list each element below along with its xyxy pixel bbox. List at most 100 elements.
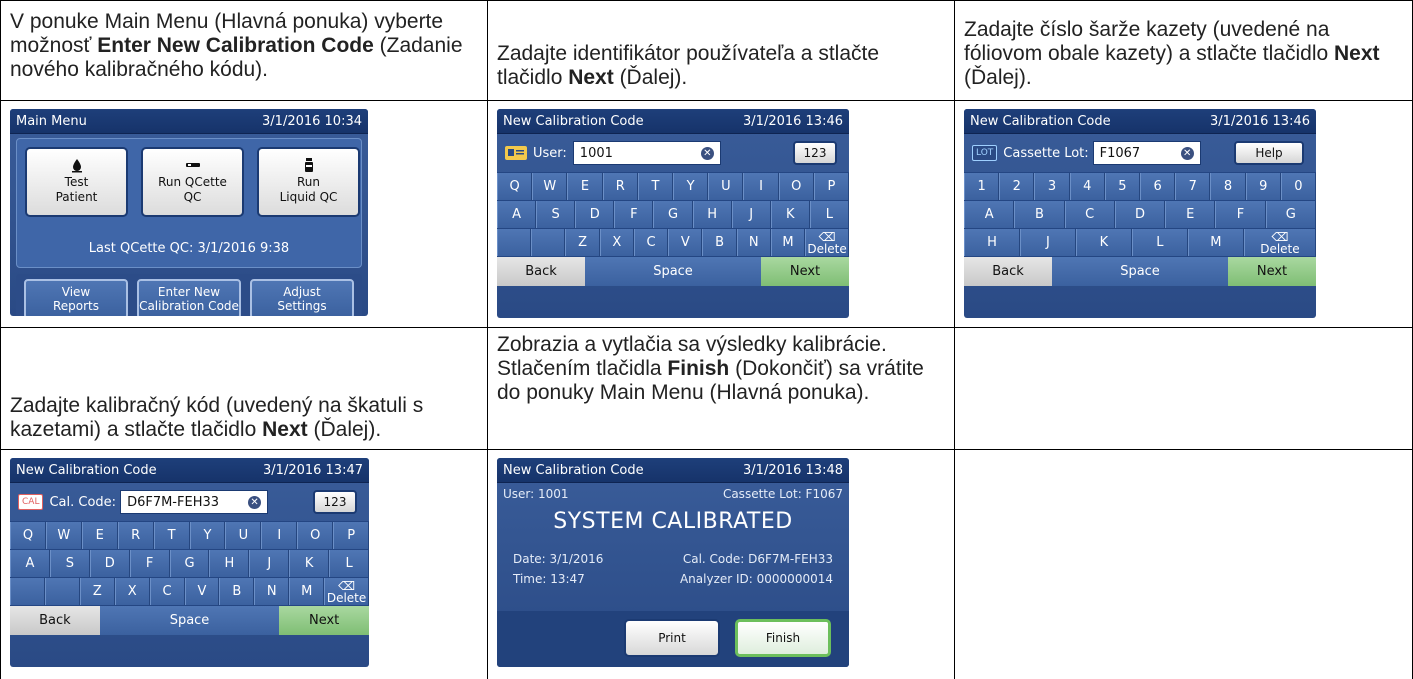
key-i[interactable]: I <box>261 522 298 549</box>
key-8[interactable]: 8 <box>1210 173 1246 200</box>
clear-icon[interactable]: ✕ <box>1180 146 1194 160</box>
next-key[interactable]: Next <box>761 257 849 286</box>
delete-key[interactable]: ⌫ Delete <box>1243 229 1316 256</box>
key-l[interactable]: L <box>1131 229 1188 256</box>
key-o[interactable]: O <box>778 173 814 200</box>
key-p[interactable]: P <box>813 173 849 200</box>
key-v[interactable]: V <box>184 578 220 605</box>
next-key[interactable]: Next <box>279 606 369 635</box>
key-v[interactable]: V <box>668 229 703 256</box>
cassette-lot-input[interactable]: F1067 ✕ <box>1092 141 1201 165</box>
key-f[interactable]: F <box>1215 201 1266 228</box>
key-h[interactable]: H <box>692 201 732 228</box>
key-g[interactable]: G <box>653 201 693 228</box>
key-j[interactable]: J <box>731 201 771 228</box>
key-0[interactable]: 0 <box>1280 173 1316 200</box>
key-b[interactable]: B <box>702 229 737 256</box>
key-e[interactable]: E <box>567 173 603 200</box>
delete-key[interactable]: ⌫ Delete <box>324 578 369 605</box>
key-a[interactable]: A <box>10 550 50 577</box>
key-k[interactable]: K <box>289 550 330 577</box>
key-n[interactable]: N <box>254 578 290 605</box>
key-l[interactable]: L <box>809 201 849 228</box>
key-6[interactable]: 6 <box>1140 173 1176 200</box>
key-c[interactable]: C <box>149 578 185 605</box>
key-w[interactable]: W <box>532 173 568 200</box>
key-e[interactable]: E <box>1165 201 1216 228</box>
user-input[interactable]: 1001 ✕ <box>572 141 721 165</box>
key-i[interactable]: I <box>743 173 779 200</box>
clear-icon[interactable]: ✕ <box>248 495 262 509</box>
run-liquid-qc-button[interactable]: Run Liquid QC <box>257 147 360 217</box>
key-4[interactable]: 4 <box>1069 173 1105 200</box>
key-g[interactable]: G <box>169 550 210 577</box>
key-t[interactable]: T <box>153 522 190 549</box>
delete-key[interactable]: ⌫ Delete <box>805 229 849 256</box>
cal-code-input[interactable]: D6F7M-FEH33 ✕ <box>120 490 269 514</box>
key-7[interactable]: 7 <box>1175 173 1211 200</box>
key-a[interactable]: A <box>497 201 537 228</box>
view-reports-button[interactable]: View Reports <box>24 279 128 316</box>
key-y[interactable]: Y <box>189 522 226 549</box>
key-j[interactable]: J <box>249 550 290 577</box>
key-m[interactable]: M <box>289 578 325 605</box>
key-c[interactable]: C <box>633 229 669 256</box>
print-button[interactable]: Print <box>624 619 720 657</box>
key-q[interactable]: Q <box>497 173 533 200</box>
key-c[interactable]: C <box>1064 201 1115 228</box>
key-h[interactable]: H <box>964 229 1020 256</box>
back-key[interactable]: Back <box>497 257 585 286</box>
key-d[interactable]: D <box>575 201 615 228</box>
key-1[interactable]: 1 <box>964 173 1000 200</box>
key-q[interactable]: Q <box>10 522 46 549</box>
help-button[interactable]: Help <box>1234 141 1304 165</box>
back-key[interactable]: Back <box>964 257 1052 286</box>
key-b[interactable]: B <box>1014 201 1065 228</box>
key-d[interactable]: D <box>1114 201 1166 228</box>
key-9[interactable]: 9 <box>1245 173 1281 200</box>
key-r[interactable]: R <box>602 173 638 200</box>
key-2[interactable]: 2 <box>999 173 1035 200</box>
key-k[interactable]: K <box>770 201 810 228</box>
back-key[interactable]: Back <box>10 606 100 635</box>
key-k[interactable]: K <box>1075 229 1132 256</box>
enter-new-calibration-code-button[interactable]: Enter New Calibration Code <box>137 279 241 316</box>
key-5[interactable]: 5 <box>1104 173 1141 200</box>
key-s[interactable]: S <box>536 201 576 228</box>
numeric-mode-button[interactable]: 123 <box>793 141 837 165</box>
key-z[interactable]: Z <box>79 578 115 605</box>
clear-icon[interactable]: ✕ <box>700 146 714 160</box>
key-x[interactable]: X <box>599 229 634 256</box>
key-g[interactable]: G <box>1265 201 1316 228</box>
key-n[interactable]: N <box>736 229 771 256</box>
next-key[interactable]: Next <box>1228 257 1316 286</box>
key-h[interactable]: H <box>209 550 250 577</box>
key-3[interactable]: 3 <box>1034 173 1070 200</box>
key-w[interactable]: W <box>45 522 82 549</box>
key-y[interactable]: Y <box>673 173 709 200</box>
test-patient-button[interactable]: Test Patient <box>25 147 128 217</box>
key-o[interactable]: O <box>297 522 334 549</box>
key-f[interactable]: F <box>614 201 654 228</box>
key-j[interactable]: J <box>1019 229 1076 256</box>
key-m[interactable]: M <box>770 229 806 256</box>
key-m[interactable]: M <box>1187 229 1244 256</box>
key-f[interactable]: F <box>129 550 170 577</box>
adjust-settings-button[interactable]: Adjust Settings <box>250 279 354 316</box>
key-r[interactable]: R <box>117 522 154 549</box>
key-e[interactable]: E <box>81 522 118 549</box>
key-a[interactable]: A <box>964 201 1015 228</box>
finish-button[interactable]: Finish <box>735 619 831 657</box>
key-u[interactable]: U <box>225 522 262 549</box>
space-key[interactable]: Space <box>585 257 761 286</box>
key-t[interactable]: T <box>637 173 674 200</box>
key-l[interactable]: L <box>329 550 369 577</box>
key-u[interactable]: U <box>708 173 744 200</box>
numeric-mode-button[interactable]: 123 <box>313 490 357 514</box>
key-d[interactable]: D <box>89 550 130 577</box>
key-s[interactable]: S <box>49 550 90 577</box>
space-key[interactable]: Space <box>99 606 280 635</box>
key-p[interactable]: P <box>333 522 369 549</box>
key-z[interactable]: Z <box>565 229 600 256</box>
run-qcette-qc-button[interactable]: Run QCette QC <box>141 147 244 217</box>
